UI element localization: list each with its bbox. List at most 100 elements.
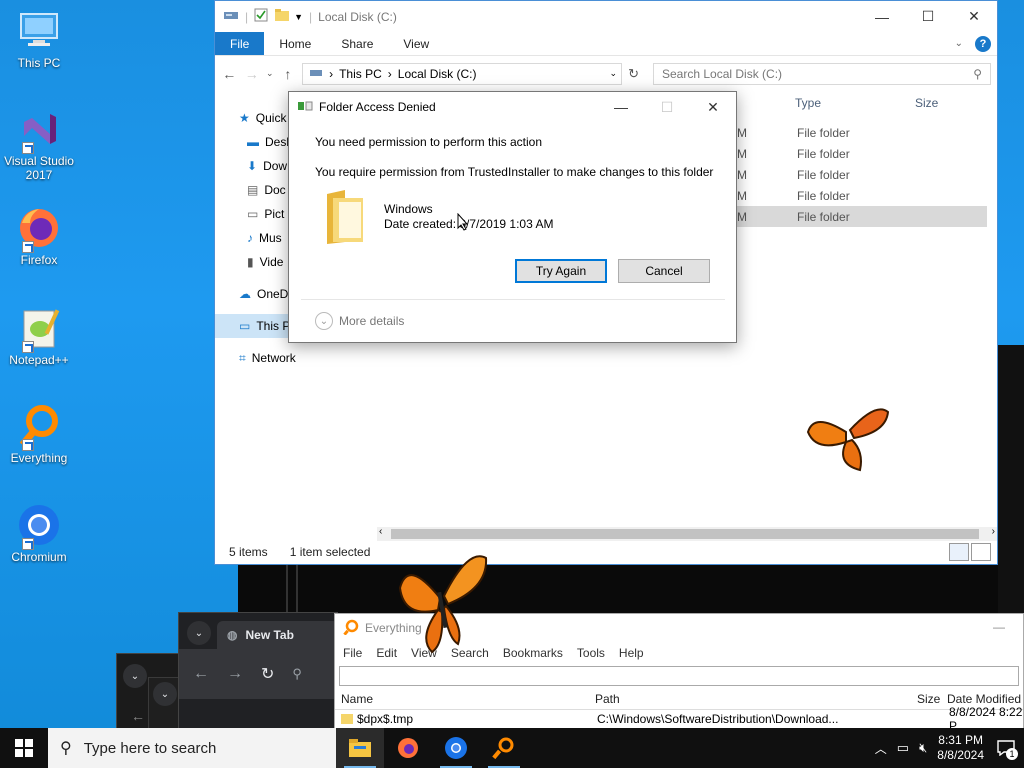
column-header-type[interactable]: Type: [795, 96, 821, 110]
desktop-icon-everything[interactable]: Everything: [4, 403, 74, 465]
tab-home[interactable]: Home: [264, 32, 326, 55]
dialog-minimize-button[interactable]: —: [598, 92, 644, 122]
file-row[interactable]: M File folder: [735, 164, 987, 185]
cancel-button[interactable]: Cancel: [618, 259, 710, 283]
large-icons-view-icon[interactable]: [971, 543, 991, 561]
column-header-date-modified[interactable]: Date Modified: [947, 692, 1021, 706]
this-pc-icon: ▭: [239, 319, 251, 333]
forward-arrow-icon[interactable]: →: [227, 665, 243, 683]
nav-item-documents[interactable]: ▤ Doc: [215, 178, 293, 202]
nav-item-pictures[interactable]: ▭ Pict: [215, 202, 293, 226]
menu-help[interactable]: Help: [619, 646, 644, 660]
back-arrow-icon[interactable]: ←: [221, 66, 238, 82]
dialog-window-controls: — ☐ ✕: [598, 92, 736, 122]
file-row[interactable]: M File folder: [735, 143, 987, 164]
scrollbar-thumb[interactable]: [391, 529, 979, 539]
everything-search-input[interactable]: [339, 666, 1019, 686]
dialog-close-button[interactable]: ✕: [690, 92, 736, 122]
tab-share[interactable]: Share: [326, 32, 388, 55]
ribbon-expand-icon[interactable]: ⌄: [949, 32, 969, 55]
clock[interactable]: 8:31 PM 8/8/2024: [937, 733, 984, 763]
nav-item-videos[interactable]: ▮ Vide: [215, 250, 293, 274]
mouse-cursor-icon: [457, 212, 469, 234]
up-arrow-icon[interactable]: ↑: [280, 66, 297, 82]
forward-arrow-icon[interactable]: →: [244, 66, 261, 82]
search-input[interactable]: Search Local Disk (C:) ⚲: [653, 62, 991, 85]
nav-item-onedrive[interactable]: ☁ OneD: [215, 282, 293, 306]
breadcrumb-local-disk[interactable]: Local Disk (C:): [398, 67, 477, 81]
desktop-icon-firefox[interactable]: Firefox: [4, 205, 74, 267]
chromium-window[interactable]: ⌄ ◍ New Tab ← → ↻ ⚲: [178, 612, 339, 732]
minimize-button[interactable]: —: [859, 1, 905, 32]
new-folder-quick-icon[interactable]: [274, 8, 290, 25]
breadcrumb-this-pc[interactable]: This PC: [339, 67, 382, 81]
taskbar-file-explorer[interactable]: [336, 728, 384, 768]
file-row-selected[interactable]: M File folder: [735, 206, 987, 227]
reload-icon[interactable]: ↻: [261, 664, 274, 684]
scroll-left-icon[interactable]: ‹: [379, 526, 382, 537]
nav-item-network[interactable]: ⌗ Network: [215, 346, 335, 370]
document-icon: ▤: [247, 183, 259, 197]
taskbar-chromium[interactable]: [432, 728, 480, 768]
close-button[interactable]: ✕: [951, 1, 997, 32]
taskbar-everything[interactable]: [480, 728, 528, 768]
back-arrow-icon[interactable]: ←: [131, 708, 145, 724]
menu-bookmarks[interactable]: Bookmarks: [503, 646, 563, 660]
properties-quick-icon[interactable]: [254, 8, 268, 25]
folder-name: Windows: [384, 202, 433, 216]
menu-tools[interactable]: Tools: [577, 646, 605, 660]
more-details-toggle[interactable]: ⌄ More details: [315, 312, 404, 330]
chromium-window-middle[interactable]: ⌄: [148, 677, 180, 733]
dialog-maximize-button: ☐: [660, 98, 674, 115]
tab-file[interactable]: File: [215, 32, 265, 55]
network-status-icon[interactable]: ▭: [897, 740, 909, 756]
quick-access-dropdown-icon[interactable]: ▼: [294, 12, 303, 22]
desktop-icon-visual-studio[interactable]: Visual Studio 2017: [4, 106, 74, 182]
nav-item-music[interactable]: ♪ Mus: [215, 226, 293, 250]
address-dropdown-icon[interactable]: ⌄: [610, 68, 618, 79]
tab-view[interactable]: View: [388, 32, 444, 55]
column-header-name[interactable]: Name: [341, 692, 373, 706]
tab-search-chevron-icon[interactable]: ⌄: [187, 621, 211, 645]
maximize-button[interactable]: ☐: [905, 1, 951, 32]
back-arrow-icon[interactable]: ←: [193, 665, 209, 683]
nav-item-quick-access[interactable]: ★ Quick: [215, 106, 293, 130]
desktop-icon-label: Notepad++: [9, 353, 69, 367]
column-header-size[interactable]: Size: [915, 96, 938, 110]
taskbar-firefox[interactable]: [384, 728, 432, 768]
desktop-icon: ▬: [247, 135, 259, 149]
chevron-up-icon[interactable]: ︿: [875, 740, 887, 757]
address-bar[interactable]: › This PC › Local Disk (C:) ⌄: [302, 62, 623, 85]
menu-edit[interactable]: Edit: [376, 646, 397, 660]
desktop-icon-notepadpp[interactable]: Notepad++: [4, 305, 74, 367]
nav-item-downloads[interactable]: ⬇ Dow: [215, 154, 293, 178]
tab-search-chevron-icon[interactable]: ⌄: [123, 664, 147, 688]
file-row[interactable]: M File folder: [735, 122, 987, 143]
dialog-title: Folder Access Denied: [319, 100, 436, 114]
start-button[interactable]: [0, 728, 48, 768]
scroll-right-icon[interactable]: ›: [992, 526, 995, 537]
try-again-button[interactable]: Try Again: [515, 259, 607, 283]
minimize-button[interactable]: —: [993, 620, 1005, 634]
result-row[interactable]: $dpx$.tmp C:\Windows\SoftwareDistributio…: [335, 705, 1023, 733]
file-row[interactable]: M File folder: [735, 185, 987, 206]
chevron-down-icon: ⌄: [315, 312, 333, 330]
nav-item-desktop[interactable]: ▬ Desk: [215, 130, 293, 154]
menu-file[interactable]: File: [343, 646, 362, 660]
search-icon[interactable]: ⚲: [292, 666, 302, 682]
refresh-icon[interactable]: ↻: [628, 66, 639, 82]
browser-tab[interactable]: ◍ New Tab: [217, 621, 339, 649]
volume-muted-icon[interactable]: 🔇︎: [919, 740, 927, 756]
column-header-size[interactable]: Size: [917, 692, 940, 706]
details-view-icon[interactable]: [949, 543, 969, 561]
desktop-icon-chromium[interactable]: Chromium: [4, 502, 74, 564]
tab-search-chevron-icon[interactable]: ⌄: [153, 682, 177, 706]
desktop-icon-this-pc[interactable]: This PC: [4, 8, 74, 70]
nav-item-this-pc[interactable]: ▭ This P: [215, 314, 293, 338]
taskbar-search-box[interactable]: ⚲ Type here to search: [48, 728, 336, 768]
help-icon[interactable]: ?: [969, 32, 997, 55]
horizontal-scrollbar[interactable]: ‹ ›: [377, 526, 997, 541]
column-header-path[interactable]: Path: [595, 692, 620, 706]
recent-locations-icon[interactable]: ⌄: [266, 68, 274, 79]
notification-center-icon[interactable]: 1: [994, 736, 1018, 760]
